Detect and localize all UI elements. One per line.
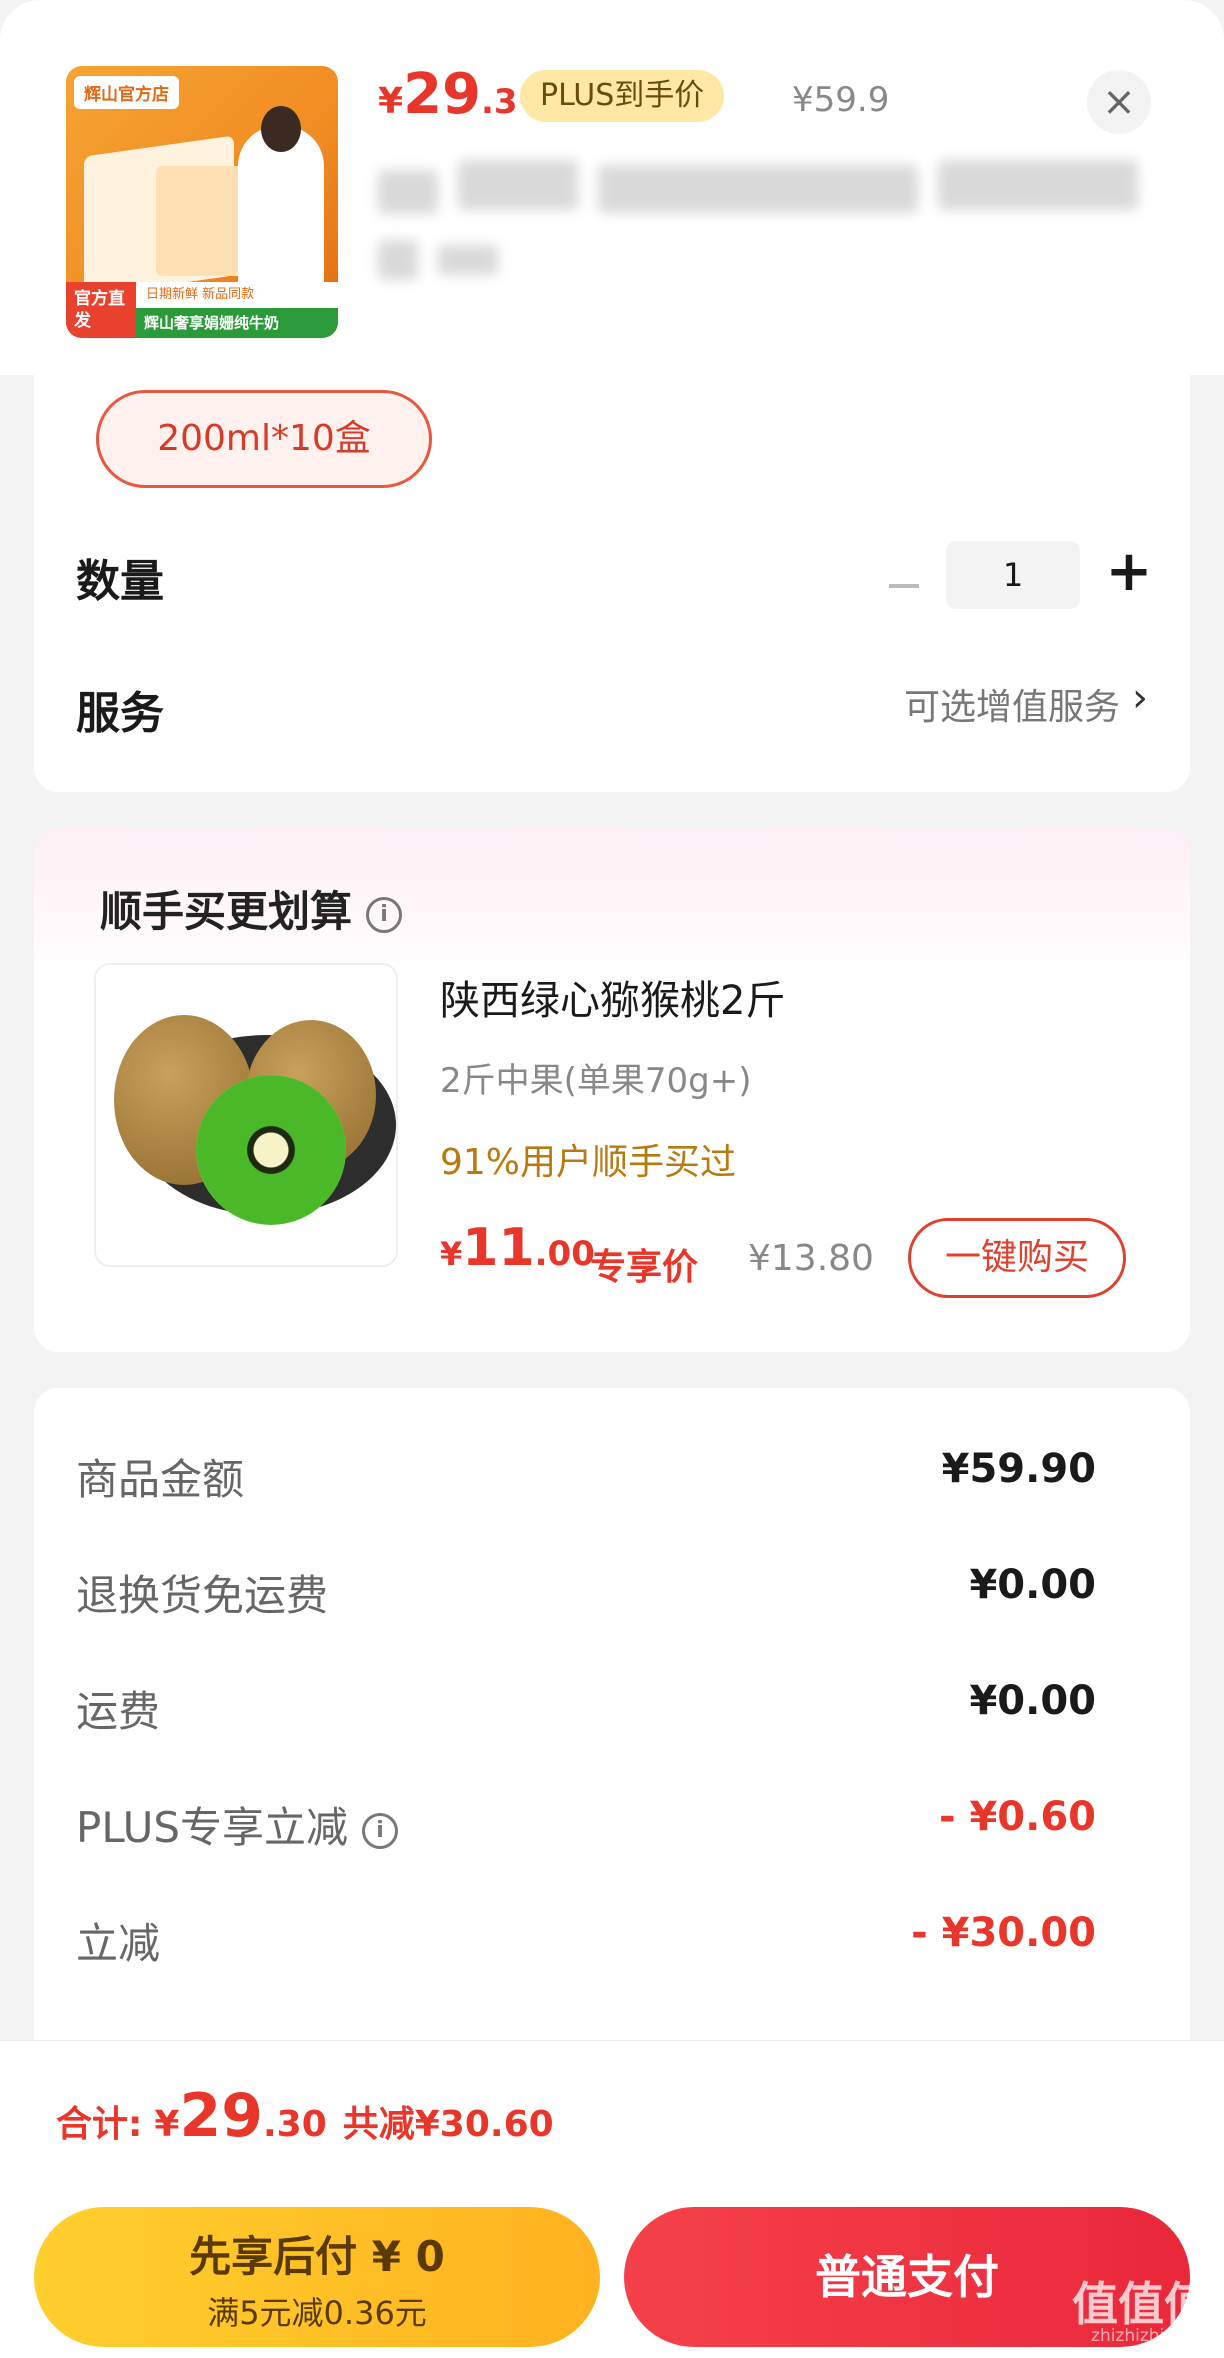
thumbnail-slogan-top: 日期新鲜 新品同款 [136, 282, 338, 308]
summary-row-discount: 立减 - ¥30.00 [76, 1910, 1096, 1970]
bundle-price-decimal: .00 [534, 1234, 595, 1274]
summary-label: 商品金额 [76, 1455, 245, 1504]
product-header: 辉山官方店 官方直发 日期新鲜 新品同款 辉山奢享娟姗纯牛奶 ¥29.3 PLU… [0, 0, 1224, 375]
summary-row-shipping: 运费 ¥0.00 [76, 1678, 1096, 1738]
thumbnail-slogan: 辉山奢享娟姗纯牛奶 [136, 308, 338, 338]
bundle-item-stat: 91%用户顺手买过 [440, 1142, 737, 1183]
summary-value: ¥0.00 [969, 1562, 1096, 1608]
summary-label: 立减 [76, 1919, 161, 1968]
chevron-right-icon[interactable]: › [1132, 675, 1148, 721]
summary-value: ¥59.90 [941, 1446, 1096, 1492]
summary-label: 退换货免运费 [76, 1571, 329, 1620]
summary-row-goods: 商品金额 ¥59.90 [76, 1446, 1096, 1506]
spec-option-selected[interactable]: 200ml*10盒 [96, 390, 432, 488]
options-card: 200ml*10盒 数量 − 1 + 服务 可选增值服务 › [34, 375, 1190, 792]
one-click-buy-button[interactable]: 一键购买 [908, 1218, 1126, 1298]
info-icon[interactable]: i [362, 1812, 399, 1849]
original-price: ¥59.9 [792, 80, 890, 120]
price-integer: 29 [403, 62, 481, 127]
pay-later-button[interactable]: 先享后付 ¥ 0 满5元减0.36元 [34, 2207, 600, 2347]
total-currency: ¥ [154, 2104, 180, 2145]
plus-price-badge: PLUS到手价 [520, 70, 725, 122]
total-saved: 共减¥30.60 [342, 2104, 554, 2145]
total-integer: 29 [179, 2081, 263, 2151]
quantity-input[interactable]: 1 [946, 541, 1080, 609]
product-thumbnail[interactable]: 辉山官方店 官方直发 日期新鲜 新品同款 辉山奢享娟姗纯牛奶 [66, 66, 338, 338]
product-price: ¥29.3 [378, 62, 518, 127]
price-decimal: .3 [481, 82, 518, 122]
summary-row-return-shipping: 退换货免运费 ¥0.00 [76, 1562, 1096, 1622]
info-icon[interactable]: i [366, 896, 403, 933]
summary-value: - ¥30.00 [911, 1910, 1096, 1956]
quantity-label: 数量 [76, 556, 164, 607]
bundle-price-currency: ¥ [440, 1235, 463, 1273]
summary-row-plus-discount: PLUS专享立减 i - ¥0.60 [76, 1794, 1096, 1854]
quantity-plus-button[interactable]: + [1094, 537, 1164, 607]
kiwi-product-image[interactable] [94, 963, 398, 1267]
pay-later-promo: 满5元减0.36元 [207, 2294, 427, 2332]
bundle-item-name[interactable]: 陕西绿心猕猴桃2斤 [440, 968, 785, 1026]
service-value[interactable]: 可选增值服务 [904, 678, 1120, 730]
summary-value: - ¥0.60 [938, 1794, 1096, 1840]
pay-later-label: 先享后付 ¥ 0 [189, 2232, 445, 2281]
bundle-item-spec: 2斤中果(单果70g+) [440, 1061, 752, 1101]
product-title-blurred [378, 160, 1148, 290]
bundle-card: 顺手买更划算 i 陕西绿心猕猴桃2斤 2斤中果(单果70g+) 91%用户顺手买过… [34, 828, 1190, 1352]
close-icon[interactable]: × [1087, 70, 1151, 134]
bundle-price-label: 专享价 [590, 1247, 699, 1288]
checkout-bar: 合计: ¥29.30 共减¥30.60 先享后付 ¥ 0 满5元减0.36元 普通支… [0, 2040, 1224, 2358]
summary-label: 运费 [76, 1687, 161, 1736]
official-tag: 官方直发 [66, 282, 136, 338]
total-price: 合计: ¥29.30 共减¥30.60 [56, 2081, 554, 2151]
watermark: 值值值 [1072, 2277, 1210, 2331]
summary-label-text: PLUS专享立减 [76, 1803, 349, 1852]
price-currency: ¥ [378, 81, 404, 122]
service-label: 服务 [76, 688, 164, 739]
brand-badge: 辉山官方店 [74, 76, 179, 109]
total-label: 合计: [56, 2104, 143, 2145]
bundle-title: 顺手买更划算 i [100, 878, 403, 939]
kiwi-half-graphic [196, 1075, 346, 1225]
watermark-url: zhizhizhi.com [1091, 2326, 1206, 2346]
bundle-original-price: ¥13.80 [748, 1238, 874, 1279]
bundle-item-price: ¥11.00 [440, 1218, 595, 1278]
bundle-title-text: 顺手买更划算 [100, 887, 353, 936]
total-decimal: .30 [262, 2104, 327, 2145]
quantity-minus-button[interactable]: − [874, 555, 934, 615]
summary-value: ¥0.00 [969, 1678, 1096, 1724]
bundle-price-integer: 11 [462, 1218, 535, 1278]
summary-label: PLUS专享立减 i [76, 1794, 399, 1855]
